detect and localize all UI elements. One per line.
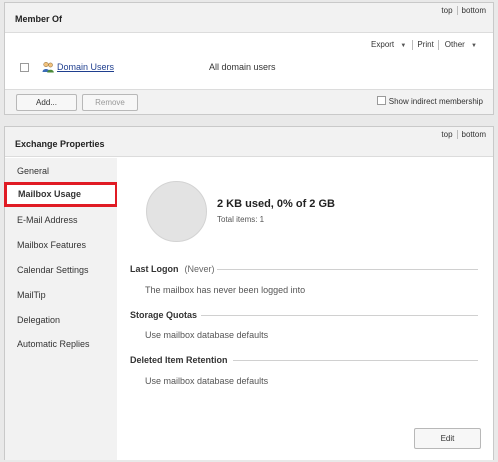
print-button[interactable]: Print bbox=[415, 40, 435, 49]
other-menu[interactable]: Other ▼ bbox=[441, 40, 481, 49]
show-indirect-toggle[interactable]: Show indirect membership bbox=[376, 96, 483, 106]
storage-quotas-value: Use mailbox database defaults bbox=[145, 330, 269, 340]
divider bbox=[412, 40, 414, 50]
storage-quotas-label: Storage Quotas bbox=[130, 310, 198, 320]
divider bbox=[456, 6, 458, 16]
member-of-nav-links: top bottom bbox=[438, 6, 489, 16]
remove-button[interactable]: Remove bbox=[82, 94, 138, 111]
divider bbox=[201, 315, 478, 316]
last-logon-label: Last Logon (Never) bbox=[130, 264, 215, 274]
member-checkbox[interactable] bbox=[20, 63, 29, 72]
chevron-down-icon: ▼ bbox=[400, 43, 407, 50]
show-indirect-label: Show indirect membership bbox=[388, 97, 483, 106]
member-of-title: Member Of bbox=[15, 14, 63, 24]
divider bbox=[217, 269, 478, 270]
export-menu[interactable]: Export ▼ bbox=[367, 40, 410, 49]
exchange-properties-panel: Exchange Properties top bottom General Ma… bbox=[4, 126, 494, 460]
group-icon bbox=[42, 61, 54, 73]
member-name-link[interactable]: Domain Users bbox=[57, 62, 114, 72]
usage-donut-chart bbox=[146, 181, 207, 242]
show-indirect-checkbox[interactable] bbox=[376, 96, 386, 106]
export-label: Export bbox=[371, 40, 395, 50]
deleted-item-retention-label: Deleted Item Retention bbox=[130, 355, 228, 365]
member-row: Domain Users All domain users bbox=[5, 60, 493, 76]
member-of-panel: Member Of top bottom Export ▼ Print Other ▼… bbox=[4, 2, 494, 115]
bottom-link[interactable]: bottom bbox=[459, 6, 489, 15]
usage-summary: 2 KB used, 0% of 2 GB bbox=[217, 198, 335, 210]
divider bbox=[437, 40, 439, 50]
divider bbox=[456, 130, 458, 140]
divider bbox=[233, 360, 478, 361]
mailbox-usage-content: 2 KB used, 0% of 2 GB Total items: 1 Las… bbox=[117, 158, 493, 460]
nav-item-calendar-settings[interactable]: Calendar Settings bbox=[5, 258, 117, 283]
exchange-nav-links: top bottom bbox=[438, 130, 489, 140]
last-logon-heading: Last Logon bbox=[130, 264, 179, 274]
last-logon-status: (Never) bbox=[184, 264, 215, 274]
nav-item-mailtip[interactable]: MailTip bbox=[5, 283, 117, 308]
other-label: Other bbox=[444, 40, 465, 50]
exchange-side-nav: General Mailbox Usage E-Mail Address Mai… bbox=[4, 158, 118, 460]
chevron-down-icon: ▼ bbox=[471, 43, 477, 50]
member-description: All domain users bbox=[209, 62, 276, 72]
top-link[interactable]: top bbox=[438, 6, 455, 15]
member-of-toolbar: Export ▼ Print Other ▼ bbox=[367, 40, 481, 50]
nav-item-email-address[interactable]: E-Mail Address bbox=[5, 208, 117, 233]
member-of-header: Member Of top bottom bbox=[5, 3, 493, 33]
exchange-properties-title: Exchange Properties bbox=[15, 139, 105, 149]
nav-item-general[interactable]: General bbox=[5, 159, 117, 184]
edit-button[interactable]: Edit bbox=[414, 428, 481, 449]
top-link[interactable]: top bbox=[438, 130, 455, 139]
total-items: Total items: 1 bbox=[217, 215, 265, 224]
nav-item-mailbox-features[interactable]: Mailbox Features bbox=[5, 233, 117, 258]
bottom-link[interactable]: bottom bbox=[459, 130, 489, 139]
exchange-properties-header: Exchange Properties top bottom bbox=[5, 127, 493, 157]
last-logon-value: The mailbox has never been logged into bbox=[145, 285, 306, 295]
nav-item-delegation[interactable]: Delegation bbox=[5, 308, 117, 333]
deleted-item-retention-value: Use mailbox database defaults bbox=[145, 376, 269, 386]
member-of-footer: Add... Remove Show indirect membership bbox=[5, 89, 493, 114]
nav-item-mailbox-usage[interactable]: Mailbox Usage bbox=[4, 182, 118, 207]
add-button[interactable]: Add... bbox=[16, 94, 77, 111]
nav-item-automatic-replies[interactable]: Automatic Replies bbox=[5, 332, 117, 357]
